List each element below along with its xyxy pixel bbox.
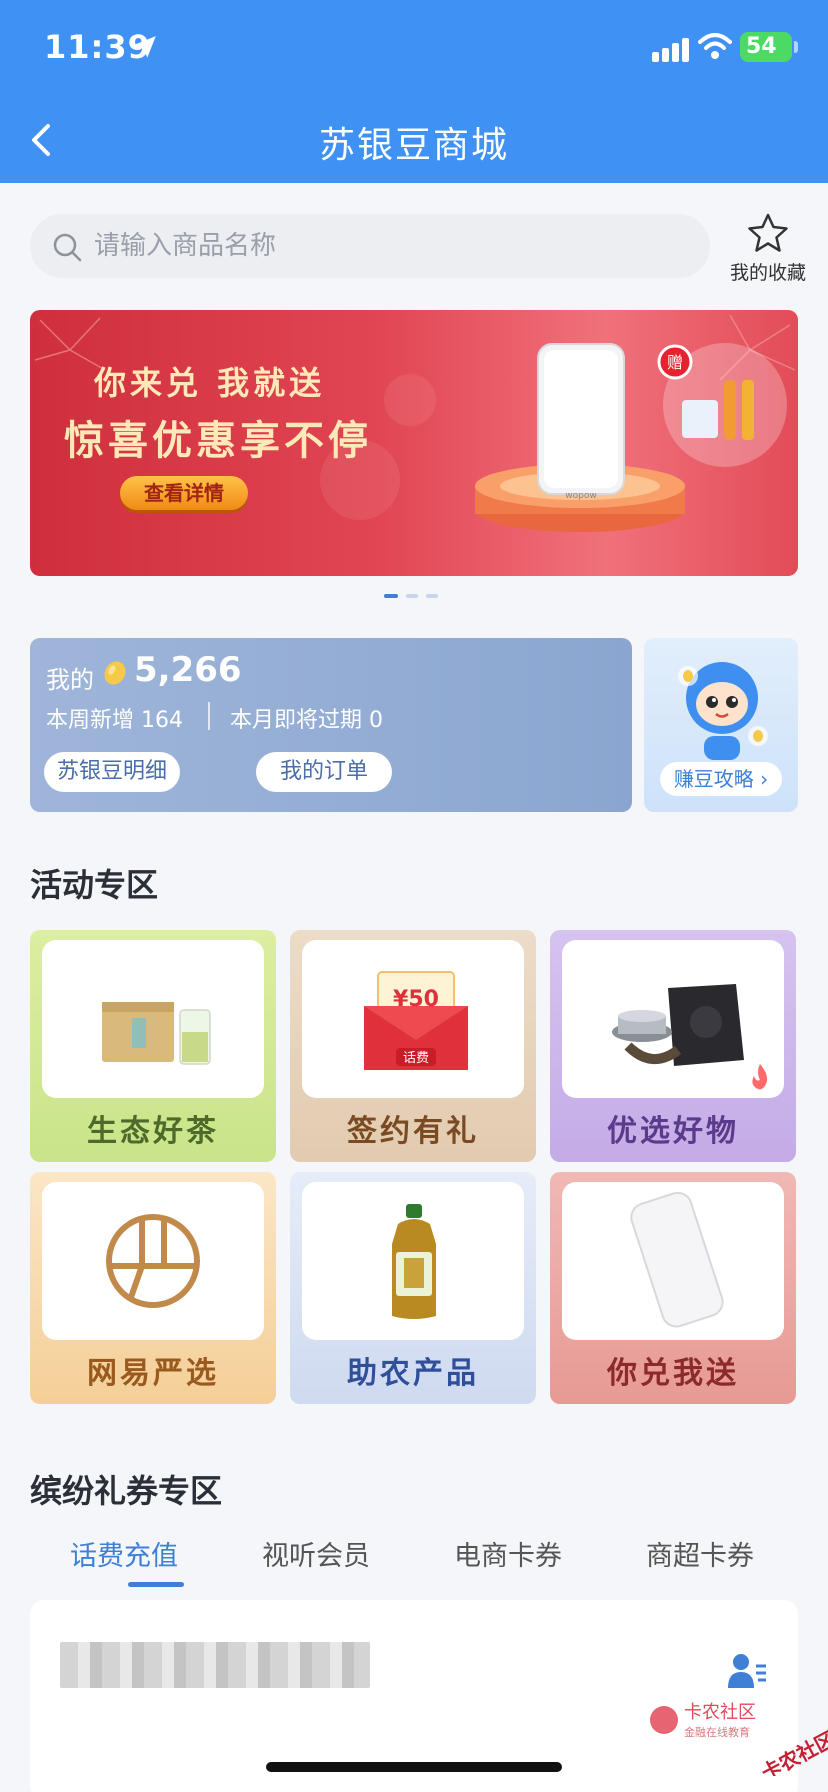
- points-mine-label: 我的: [46, 666, 94, 694]
- tile-label: 签约有礼: [347, 1114, 479, 1149]
- favorites-button[interactable]: 我的收藏: [722, 212, 814, 286]
- contact-person-icon[interactable]: [726, 1652, 768, 1690]
- product-brand: wopow: [565, 491, 596, 501]
- activity-tile-redeem-gift[interactable]: 你兑我送: [550, 1172, 796, 1404]
- tab-phone-recharge[interactable]: 话费充值: [70, 1534, 178, 1573]
- carousel-dots[interactable]: [384, 594, 444, 600]
- cellular-signal-icon: [652, 38, 689, 62]
- tea-product-image: [42, 940, 264, 1098]
- tile-label: 助农产品: [347, 1356, 479, 1391]
- bean-coin-icon: [104, 661, 126, 685]
- coupon-tabs: 话费充值 视听会员 电商卡券 商超卡券: [30, 1534, 798, 1587]
- tile-label: 优选好物: [607, 1114, 739, 1149]
- netease-logo-image: [42, 1182, 264, 1340]
- battery-cap: [794, 41, 798, 53]
- points-divider: [208, 702, 210, 730]
- points-week-new: 本周新增 164: [46, 708, 183, 733]
- search-icon: [53, 233, 82, 262]
- carousel-dot-active[interactable]: [384, 594, 398, 598]
- tile-label: 你兑我送: [607, 1356, 739, 1391]
- favorites-label: 我的收藏: [729, 262, 806, 284]
- envelope-tag: 话费: [403, 1051, 429, 1066]
- earn-points-guide-button[interactable]: 赚豆攻略 ›: [660, 762, 782, 796]
- tab-ecommerce-coupons[interactable]: 电商卡券: [454, 1534, 562, 1573]
- oil-bottle-image: [302, 1182, 524, 1340]
- battery-indicator: 54: [740, 32, 792, 62]
- carousel-dot[interactable]: [426, 594, 438, 598]
- watermark-logo: 卡农社区 金融在线教育 卡农社区: [650, 1702, 828, 1776]
- power-bank-icon: [630, 1191, 724, 1328]
- power-bank-product-image: wopow 赠: [475, 343, 787, 532]
- gift-badge: 赠: [667, 353, 683, 372]
- flame-icon: [752, 1064, 768, 1090]
- red-envelope-image: ¥50 话费: [302, 940, 524, 1098]
- induction-cooker-icon: [612, 984, 744, 1066]
- coupons-section-title: 缤纷礼券专区: [30, 1472, 223, 1510]
- watermark-sub: 金融在线教育: [684, 1725, 750, 1739]
- induction-cooker-image: [562, 940, 784, 1098]
- home-indicator[interactable]: [266, 1762, 562, 1772]
- tab-av-membership[interactable]: 视听会员: [262, 1534, 370, 1573]
- points-card: 我的 5,266 本周新增 164 本月即将过期 0 苏银豆明细 我的订单: [30, 638, 632, 812]
- tea-box-icon: [102, 1002, 211, 1065]
- red-envelope-icon: ¥50 话费: [364, 971, 468, 1070]
- oil-bottle-icon: [392, 1204, 436, 1319]
- app-header: 11:39 54 苏银豆商城: [0, 0, 828, 183]
- carousel-dot[interactable]: [406, 594, 418, 598]
- banner-subheadline: 惊喜优惠享不停: [64, 417, 372, 464]
- activity-tile-tea[interactable]: 生态好茶: [30, 930, 276, 1162]
- power-bank-image: [562, 1182, 784, 1340]
- tile-label: 网易严选: [87, 1356, 219, 1391]
- location-arrow-icon: [134, 36, 156, 58]
- active-tab-indicator: [128, 1582, 184, 1587]
- promo-banner[interactable]: 你来兑 我就送 惊喜优惠享不停 查看详情 wopow 赠: [30, 310, 798, 576]
- tile-label: 生态好茶: [87, 1114, 219, 1149]
- activity-tile-agri[interactable]: 助农产品: [290, 1172, 536, 1404]
- envelope-amount: ¥50: [393, 987, 439, 1012]
- tab-supermarket-coupons[interactable]: 商超卡券: [646, 1534, 754, 1573]
- points-month-expire: 本月即将过期 0: [230, 708, 383, 733]
- status-bar: 11:39 54: [0, 0, 828, 100]
- activity-section-title: 活动专区: [30, 866, 159, 904]
- search-input[interactable]: [94, 224, 674, 268]
- page-title: 苏银豆商城: [318, 125, 509, 166]
- wifi-icon: [698, 33, 732, 59]
- my-orders-button[interactable]: 我的订单: [256, 752, 392, 792]
- star-icon: [748, 213, 788, 252]
- battery-level: 54: [746, 34, 777, 59]
- points-balance: 5,266: [134, 650, 242, 690]
- activity-tile-signup-gift[interactable]: ¥50 话费 签约有礼: [290, 930, 536, 1162]
- redacted-phone-number: [60, 1642, 370, 1688]
- banner-detail-button[interactable]: 查看详情: [120, 476, 248, 510]
- points-detail-button[interactable]: 苏银豆明细: [44, 752, 180, 792]
- banner-headline: 你来兑 我就送: [94, 364, 326, 402]
- earn-points-guide-card[interactable]: 赚豆攻略 ›: [644, 638, 798, 812]
- search-bar[interactable]: [30, 214, 710, 278]
- watermark-stamp: 卡农社区: [757, 1727, 828, 1776]
- watermark-name: 卡农社区: [684, 1702, 756, 1723]
- netease-yanxuan-logo-icon: [106, 1214, 200, 1308]
- activity-tile-netease[interactable]: 网易严选: [30, 1172, 276, 1404]
- activity-tile-selected-goods[interactable]: 优选好物: [550, 930, 796, 1162]
- mascot-illustration: [678, 662, 768, 760]
